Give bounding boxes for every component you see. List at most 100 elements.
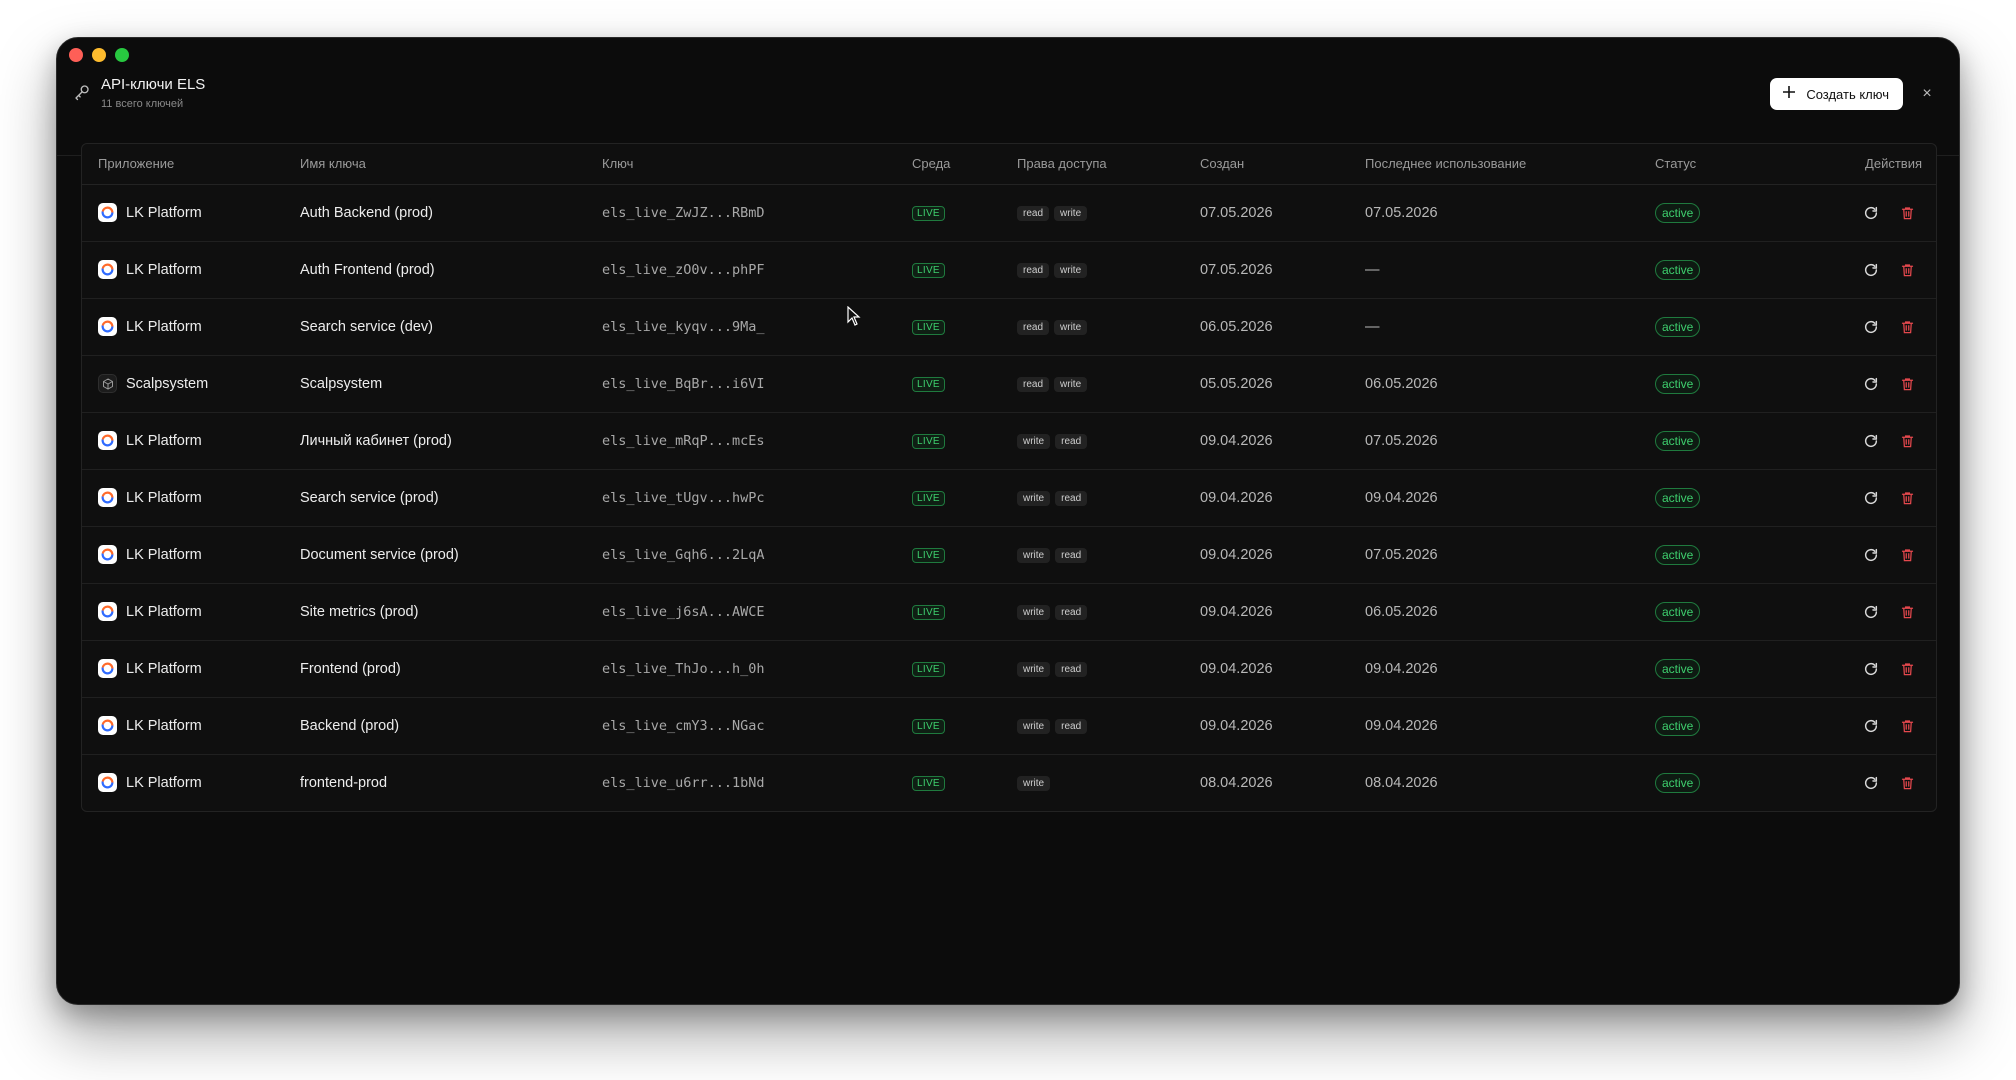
key-value[interactable]: els_live_ThJo...h_0h [602, 661, 765, 677]
trash-icon[interactable] [1898, 774, 1916, 792]
permission-tag: read [1055, 548, 1088, 563]
trash-icon[interactable] [1898, 603, 1916, 621]
table-row[interactable]: LK Platform Личный кабинет (prod) els_li… [82, 412, 1936, 470]
created-date: 09.04.2026 [1200, 717, 1273, 734]
table-row[interactable]: LK Platform Backend (prod) els_live_cmY3… [82, 697, 1936, 755]
app-name: LK Platform [126, 774, 202, 791]
trash-icon[interactable] [1898, 432, 1916, 450]
trash-icon[interactable] [1898, 261, 1916, 279]
key-value[interactable]: els_live_BqBr...i6VI [602, 376, 765, 392]
permission-tag: write [1054, 377, 1088, 392]
column-env[interactable]: Среда [912, 144, 1017, 185]
minimize-window-button[interactable] [92, 48, 106, 62]
last-used-date: — [1365, 318, 1380, 335]
table-row[interactable]: Scalpsystem Scalpsystem els_live_BqBr...… [82, 355, 1936, 413]
close-icon[interactable]: × [1917, 84, 1937, 104]
trash-icon[interactable] [1898, 717, 1916, 735]
trash-icon[interactable] [1898, 660, 1916, 678]
table-row[interactable]: LK Platform Document service (prod) els_… [82, 526, 1936, 584]
refresh-icon[interactable] [1862, 318, 1880, 336]
refresh-icon[interactable] [1862, 660, 1880, 678]
zoom-window-button[interactable] [115, 48, 129, 62]
trash-icon[interactable] [1898, 489, 1916, 507]
app-cell: LK Platform [98, 602, 300, 621]
last-used-date: 09.04.2026 [1365, 717, 1438, 734]
key-value[interactable]: els_live_mRqP...mcEs [602, 433, 765, 449]
refresh-icon[interactable] [1862, 774, 1880, 792]
key-value[interactable]: els_live_zO0v...phPF [602, 262, 765, 278]
table-row[interactable]: LK Platform frontend-prod els_live_u6rr.… [82, 754, 1936, 811]
table-row[interactable]: LK Platform Auth Frontend (prod) els_liv… [82, 241, 1936, 299]
last-used-date: 07.05.2026 [1365, 432, 1438, 449]
last-used-date: 07.05.2026 [1365, 204, 1438, 221]
status-badge: active [1655, 658, 1701, 679]
api-keys-table: Приложение Имя ключа Ключ Среда Права до… [81, 143, 1937, 812]
lk-platform-logo-icon [98, 260, 117, 279]
column-key[interactable]: Ключ [602, 144, 912, 185]
column-created[interactable]: Создан [1200, 144, 1365, 185]
refresh-icon[interactable] [1862, 717, 1880, 735]
refresh-icon[interactable] [1862, 204, 1880, 222]
table-row[interactable]: LK Platform Site metrics (prod) els_live… [82, 583, 1936, 641]
key-name: Search service (prod) [300, 489, 439, 506]
column-key-name[interactable]: Имя ключа [300, 144, 602, 185]
app-name: LK Platform [126, 603, 202, 620]
create-key-button[interactable]: Создать ключ [1770, 78, 1903, 110]
created-date: 09.04.2026 [1200, 603, 1273, 620]
key-value[interactable]: els_live_tUgv...hwPc [602, 490, 765, 506]
key-name: Личный кабинет (prod) [300, 432, 452, 449]
table-row[interactable]: LK Platform Search service (prod) els_li… [82, 469, 1936, 527]
permission-tag: write [1017, 491, 1051, 506]
column-last-used[interactable]: Последнее использование [1365, 144, 1655, 185]
key-icon [73, 83, 91, 101]
app-name: LK Platform [126, 432, 202, 449]
page-title: API-ключи ELS [101, 76, 206, 93]
app-name: LK Platform [126, 660, 202, 677]
row-actions [1805, 603, 1936, 621]
status-badge: active [1655, 202, 1701, 223]
last-used-date: 07.05.2026 [1365, 546, 1438, 563]
create-key-label: Создать ключ [1806, 86, 1889, 102]
column-app[interactable]: Приложение [82, 144, 300, 185]
refresh-icon[interactable] [1862, 261, 1880, 279]
table-row[interactable]: LK Platform Search service (dev) els_liv… [82, 298, 1936, 356]
key-value[interactable]: els_live_ZwJZ...RBmD [602, 205, 765, 221]
column-status[interactable]: Статус [1655, 144, 1805, 185]
app-cell: LK Platform [98, 659, 300, 678]
status-badge: active [1655, 430, 1701, 451]
row-actions [1805, 717, 1936, 735]
table-row[interactable]: LK Platform Frontend (prod) els_live_ThJ… [82, 640, 1936, 698]
created-date: 05.05.2026 [1200, 375, 1273, 392]
refresh-icon[interactable] [1862, 489, 1880, 507]
refresh-icon[interactable] [1862, 603, 1880, 621]
keys-count: 11 всего ключей [101, 98, 184, 110]
table-row[interactable]: LK Platform Auth Backend (prod) els_live… [82, 184, 1936, 242]
api-keys-window: API-ключи ELS 11 всего ключей Создать кл… [56, 37, 1960, 1005]
key-value[interactable]: els_live_j6sA...AWCE [602, 604, 765, 620]
trash-icon[interactable] [1898, 375, 1916, 393]
key-name: Scalpsystem [300, 375, 383, 392]
app-cell: LK Platform [98, 431, 300, 450]
trash-icon[interactable] [1898, 204, 1916, 222]
permission-tag: read [1055, 662, 1088, 677]
trash-icon[interactable] [1898, 546, 1916, 564]
trash-icon[interactable] [1898, 318, 1916, 336]
refresh-icon[interactable] [1862, 432, 1880, 450]
close-window-button[interactable] [69, 48, 83, 62]
last-used-date: 09.04.2026 [1365, 660, 1438, 677]
lk-platform-logo-icon [98, 716, 117, 735]
column-permissions[interactable]: Права доступа [1017, 144, 1200, 185]
key-value[interactable]: els_live_kyqv...9Ma_ [602, 319, 765, 335]
row-actions [1805, 261, 1936, 279]
refresh-icon[interactable] [1862, 375, 1880, 393]
refresh-icon[interactable] [1862, 546, 1880, 564]
app-name: LK Platform [126, 204, 202, 221]
permission-tag: write [1017, 548, 1051, 563]
key-name: Auth Backend (prod) [300, 204, 433, 221]
key-value[interactable]: els_live_u6rr...1bNd [602, 775, 765, 791]
mouse-cursor-icon [847, 305, 861, 326]
lk-platform-logo-icon [98, 431, 117, 450]
key-value[interactable]: els_live_cmY3...NGac [602, 718, 765, 734]
status-badge: active [1655, 259, 1701, 280]
key-value[interactable]: els_live_Gqh6...2LqA [602, 547, 765, 563]
